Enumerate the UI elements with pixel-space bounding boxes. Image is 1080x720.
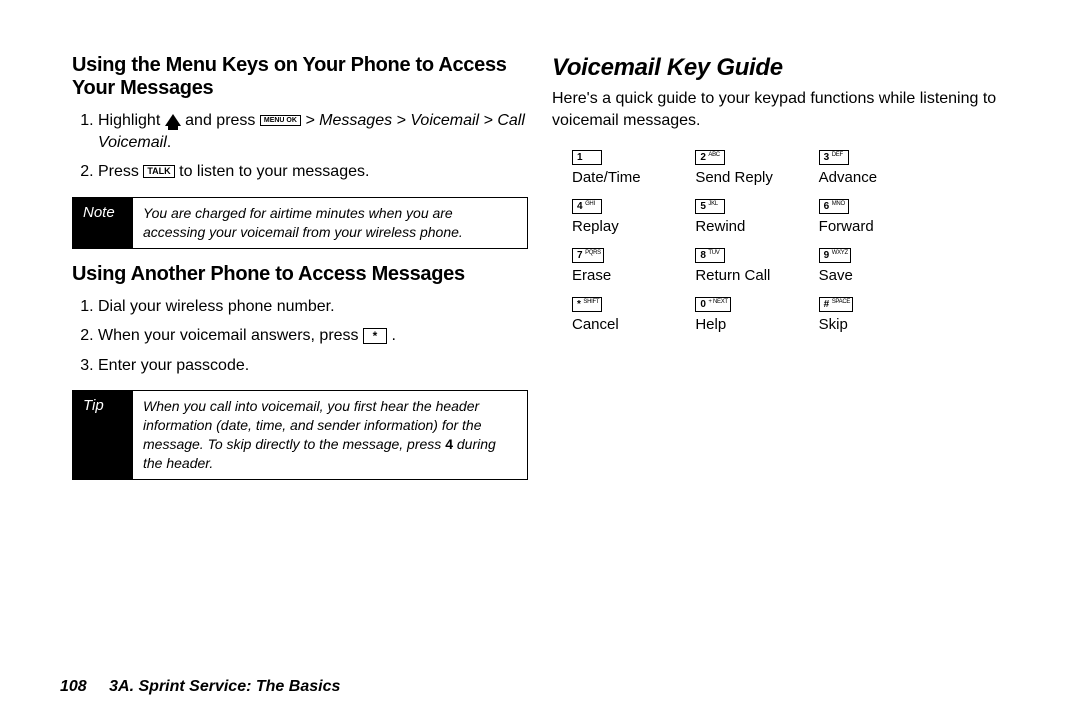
key-cell-6: 6MNO Forward xyxy=(819,196,932,235)
key-cell-4: 4GHI Replay xyxy=(572,196,685,235)
key-6-label: Forward xyxy=(819,218,932,235)
star-key-icon: * xyxy=(363,328,387,344)
talk-icon: TALK xyxy=(143,165,174,178)
intro-text: Here's a quick guide to your keypad func… xyxy=(552,88,1008,131)
key-4-label: Replay xyxy=(572,218,685,235)
text-segment: When you call into voicemail, you first … xyxy=(143,398,482,452)
key-cell-7: 7PQRS Erase xyxy=(572,245,685,284)
step-1-1: Highlight and press MENU OK > Messages >… xyxy=(98,110,528,153)
key-cell-1: 1 Date/Time xyxy=(572,147,685,186)
step-2-1: Dial your wireless phone number. xyxy=(98,296,528,318)
key-1-icon: 1 xyxy=(572,150,602,165)
key-3-icon: 3DEF xyxy=(819,150,849,165)
text-segment: and press xyxy=(185,112,260,129)
key-3-label: Advance xyxy=(819,169,932,186)
key-hash-label: Skip xyxy=(819,316,932,333)
left-column: Using the Menu Keys on Your Phone to Acc… xyxy=(60,40,540,640)
key-6-icon: 6MNO xyxy=(819,199,849,214)
key-cell-9: 9WXYZ Save xyxy=(819,245,932,284)
note-label: Note xyxy=(73,198,133,248)
right-column: Voicemail Key Guide Here's a quick guide… xyxy=(540,40,1020,640)
tip-label: Tip xyxy=(73,391,133,479)
step-2-3: Enter your passcode. xyxy=(98,355,528,377)
key-cell-3: 3DEF Advance xyxy=(819,147,932,186)
text-segment: When your voicemail answers, press xyxy=(98,327,363,344)
note-body: You are charged for airtime minutes when… xyxy=(133,198,527,248)
keypad-grid: 1 Date/Time 2ABC Send Reply 3DEF Advance… xyxy=(572,147,932,333)
heading-voicemail-key-guide: Voicemail Key Guide xyxy=(552,54,1008,82)
step-1-2: Press TALK to listen to your messages. xyxy=(98,161,528,183)
key-cell-5: 5JKL Rewind xyxy=(695,196,808,235)
key-5-label: Rewind xyxy=(695,218,808,235)
menu-ok-icon: MENU OK xyxy=(260,115,301,126)
key-9-icon: 9WXYZ xyxy=(819,248,851,263)
section-title: 3A. Sprint Service: The Basics xyxy=(109,678,340,695)
key-hash-icon: #SPACE xyxy=(819,297,853,312)
steps-list-1: Highlight and press MENU OK > Messages >… xyxy=(72,110,528,183)
tip-callout: Tip When you call into voicemail, you fi… xyxy=(72,390,528,480)
key-0-label: Help xyxy=(695,316,808,333)
text-segment: to listen to your messages. xyxy=(179,163,369,180)
key-7-icon: 7PQRS xyxy=(572,248,604,263)
key-8-icon: 8TUV xyxy=(695,248,725,263)
key-star-icon: *SHIFT xyxy=(572,297,602,312)
key-cell-star: *SHIFT Cancel xyxy=(572,294,685,333)
tip-body: When you call into voicemail, you first … xyxy=(133,391,527,479)
home-icon xyxy=(165,114,181,126)
text-segment: . xyxy=(391,327,395,344)
key-star-label: Cancel xyxy=(572,316,685,333)
page-number: 108 xyxy=(60,678,87,695)
key-cell-8: 8TUV Return Call xyxy=(695,245,808,284)
key-1-label: Date/Time xyxy=(572,169,685,186)
key-cell-0: 0+ NEXT Help xyxy=(695,294,808,333)
text-segment: Highlight xyxy=(98,112,165,129)
key-cell-hash: #SPACE Skip xyxy=(819,294,932,333)
heading-menu-keys: Using the Menu Keys on Your Phone to Acc… xyxy=(72,54,528,100)
step-2-2: When your voicemail answers, press * . xyxy=(98,325,528,347)
text-segment: . xyxy=(167,134,171,151)
text-segment: Press xyxy=(98,163,143,180)
page-footer: 108 3A. Sprint Service: The Basics xyxy=(60,678,340,696)
note-callout: Note You are charged for airtime minutes… xyxy=(72,197,528,249)
steps-list-2: Dial your wireless phone number. When yo… xyxy=(72,296,528,377)
heading-another-phone: Using Another Phone to Access Messages xyxy=(72,263,528,286)
key-5-icon: 5JKL xyxy=(695,199,725,214)
key-0-icon: 0+ NEXT xyxy=(695,297,730,312)
key-8-label: Return Call xyxy=(695,267,808,284)
key-7-label: Erase xyxy=(572,267,685,284)
key-4-icon: 4GHI xyxy=(572,199,602,214)
key-2-label: Send Reply xyxy=(695,169,808,186)
page-body: Using the Menu Keys on Your Phone to Acc… xyxy=(0,0,1080,660)
key-reference: 4 xyxy=(445,436,453,452)
key-9-label: Save xyxy=(819,267,932,284)
key-2-icon: 2ABC xyxy=(695,150,725,165)
key-cell-2: 2ABC Send Reply xyxy=(695,147,808,186)
